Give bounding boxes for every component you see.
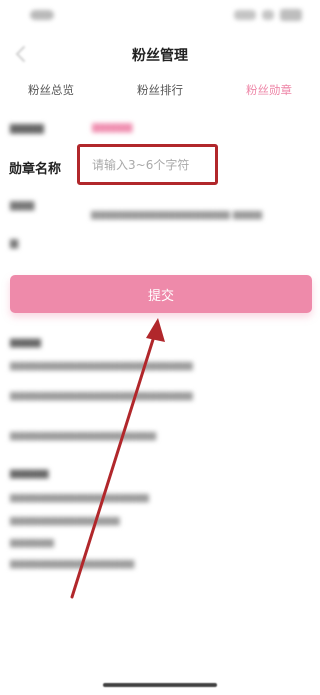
battery-icon [280,9,302,21]
blurred-status-value: ▆▆▆▆▆ [92,121,133,133]
arrow-head [146,318,165,342]
blurred-rules-title: ▆▆▆▆ [10,337,41,348]
tab-fan-medal[interactable]: 粉丝勋章 [246,82,292,98]
blurred-description-label-2: ▆ [10,237,19,249]
status-time [30,10,54,20]
blurred-notes-title: ▆▆▆▆▆ [10,468,49,479]
screen: 粉丝管理 粉丝总览 粉丝排行 粉丝勋章 ▆▆▆▆ ▆▆▆▆▆ 勋章名称 ▆▆▆ … [0,0,320,695]
blurred-note-item: ▆▆▆▆▆▆▆▆▆▆▆▆▆▆▆▆▆▆▆ [10,492,149,503]
wifi-icon [262,10,274,20]
blurred-note-item: ▆▆▆▆▆▆▆▆▆▆▆▆▆▆▆▆▆ [10,558,135,569]
blurred-description-label: ▆▆▆ [10,199,35,211]
blurred-rule-item: ▆▆▆▆▆▆▆▆▆▆▆▆▆▆▆▆▆▆▆▆ [10,430,157,441]
blurred-status-label: ▆▆▆▆ [10,121,44,134]
annotation-arrow [70,318,165,599]
medal-name-label: 勋章名称 [9,162,62,177]
medal-name-highlight [77,144,218,185]
blurred-note-item: ▆▆▆▆▆▆ [10,537,54,548]
blurred-note-item: ▆▆▆▆▆▆▆▆▆▆▆▆▆▆▆ [10,515,120,526]
submit-button[interactable]: 提交 [10,275,312,313]
status-bar [0,0,320,34]
signal-icon [234,10,256,20]
tab-fan-overview[interactable]: 粉丝总览 [28,82,74,98]
medal-name-input[interactable] [92,157,212,173]
page-title: 粉丝管理 [132,48,188,64]
home-indicator [103,683,217,687]
blurred-description-text: ▆▆▆▆▆▆▆▆▆▆▆▆▆▆▆▆▆▆▆ ▆▆▆▆ [91,209,263,220]
blurred-rule-item: ▆▆▆▆▆▆▆▆▆▆▆▆▆▆▆▆▆▆▆▆▆▆▆▆▆ [10,390,193,401]
tab-fan-ranking[interactable]: 粉丝排行 [137,82,183,98]
blurred-rule-item: ▆▆▆▆▆▆▆▆▆▆▆▆▆▆▆▆▆▆▆▆▆▆▆▆▆ [10,360,193,371]
